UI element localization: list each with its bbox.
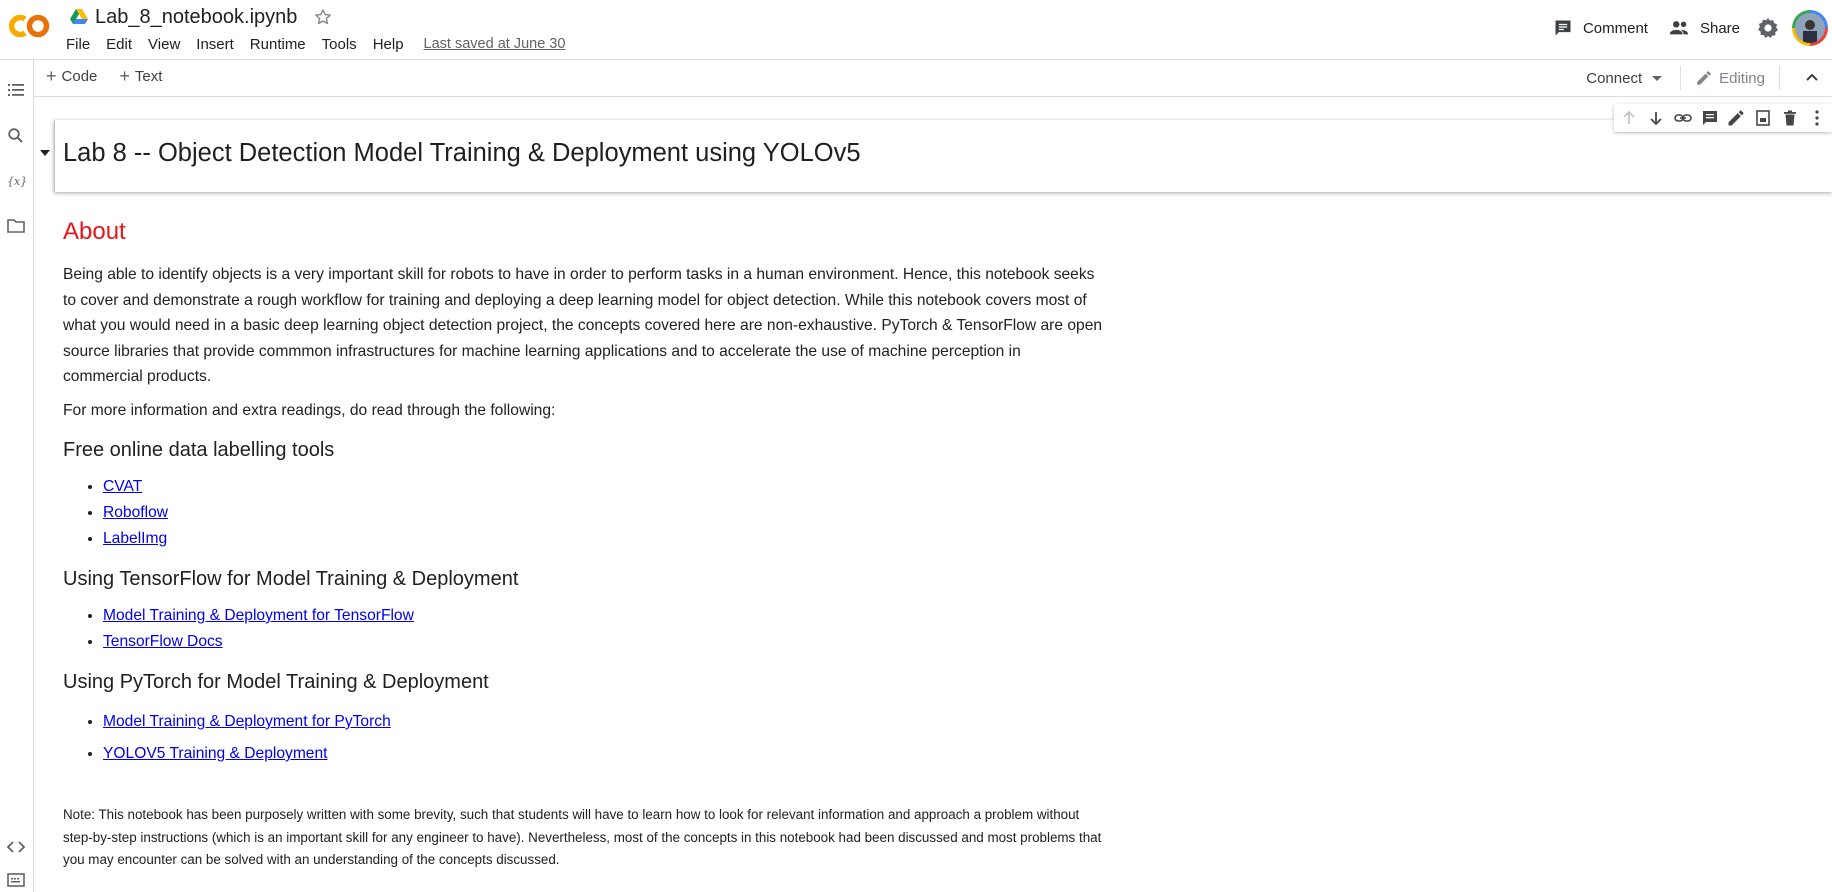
table-of-contents-icon[interactable] [6,80,26,100]
more-icon[interactable] [1807,108,1827,128]
menu-tools[interactable]: Tools [314,36,365,53]
google-drive-icon [70,9,88,25]
share-button[interactable]: Share [1658,10,1750,46]
chevron-up-icon[interactable] [1802,68,1822,88]
section-heading-pytorch: Using PyTorch for Model Training & Deplo… [63,671,489,693]
mirror-cell-icon[interactable] [1753,108,1773,128]
comment-icon [1555,20,1571,36]
labelling-tools-list: CVAT Roboflow LabelImg [63,474,1103,552]
move-up-icon[interactable] [1619,108,1639,128]
left-sidebar: {x} [0,60,34,892]
link-cvat[interactable]: CVAT [103,478,142,495]
about-heading: About [63,218,126,245]
list-item: Roboflow [103,500,1103,526]
intro-paragraph: Being able to identify objects is a very… [63,266,1103,385]
menu-help[interactable]: Help [365,36,412,53]
move-down-icon[interactable] [1646,108,1666,128]
plus-icon: + [46,66,57,86]
add-code-label: Code [61,67,98,85]
menu-file[interactable]: File [58,36,98,53]
colab-logo-icon[interactable] [8,10,52,42]
link-yolov5-training[interactable]: YOLOV5 Training & Deployment [103,745,328,762]
add-text-label: Text [134,67,163,85]
more-info-paragraph: For more information and extra readings,… [63,401,556,419]
editing-mode-button[interactable]: Editing [1689,69,1771,87]
link-tensorflow-training[interactable]: Model Training & Deployment for TensorFl… [103,607,414,624]
markdown-content: About Being able to identify objects is … [63,218,1103,872]
link-pytorch-training[interactable]: Model Training & Deployment for PyTorch [103,713,391,730]
list-item: LabelImg [103,526,1103,552]
comment-label: Comment [1582,19,1648,37]
star-icon[interactable] [313,7,333,27]
add-text-button[interactable]: + Text [119,67,162,85]
link-roboflow[interactable]: Roboflow [103,504,168,521]
menu-runtime[interactable]: Runtime [242,36,314,53]
connect-button[interactable]: Connect [1576,70,1672,87]
menu-insert[interactable]: Insert [188,36,242,53]
comment-button[interactable]: Comment [1543,10,1658,46]
link-labelimg[interactable]: LabelImg [103,530,167,547]
code-snippets-icon[interactable] [6,837,26,857]
pytorch-links-list: Model Training & Deployment for PyTorch … [63,706,1103,770]
settings-gear-icon[interactable] [1756,16,1780,40]
notebook-title[interactable]: Lab_8_notebook.ipynb [95,6,297,29]
variables-icon[interactable]: {x} [6,171,26,191]
avatar[interactable] [1792,10,1828,46]
plus-icon: + [119,66,130,86]
menu-bar: File Edit View Insert Runtime Tools Help… [58,33,571,55]
link-tensorflow-docs[interactable]: TensorFlow Docs [103,633,223,650]
last-saved-link[interactable]: Last saved at June 30 [418,36,572,52]
divider [1779,66,1780,90]
notebook-toolbar: + Code + Text Connect Editing [34,60,1832,97]
notebook-heading: Lab 8 -- Object Detection Model Training… [63,139,861,167]
pencil-icon [1697,71,1711,85]
connect-label: Connect [1586,69,1643,87]
header: Lab_8_notebook.ipynb File Edit View Inse… [0,0,1832,60]
link-icon[interactable] [1673,108,1693,128]
menu-view[interactable]: View [140,36,188,53]
list-item: Model Training & Deployment for PyTorch [103,706,1103,738]
collapse-section-icon[interactable] [40,150,50,156]
chevron-down-icon [1652,75,1663,81]
list-item: TensorFlow Docs [103,629,1103,655]
add-code-button[interactable]: + Code [46,67,97,85]
note-paragraph: Note: This notebook has been purposely w… [63,807,1102,867]
list-item: CVAT [103,474,1103,500]
files-icon[interactable] [6,216,26,236]
tensorflow-links-list: Model Training & Deployment for TensorFl… [63,603,1103,655]
search-icon[interactable] [6,126,26,146]
section-heading-tensorflow: Using TensorFlow for Model Training & De… [63,568,519,590]
delete-icon[interactable] [1780,108,1800,128]
menu-edit[interactable]: Edit [98,36,140,53]
section-heading-labelling-tools: Free online data labelling tools [63,439,335,461]
edit-icon[interactable] [1726,108,1746,128]
divider [1680,66,1682,90]
list-item: Model Training & Deployment for TensorFl… [103,603,1103,629]
cell-toolbar [1614,104,1832,132]
terminal-icon[interactable] [6,870,26,890]
share-label: Share [1699,19,1740,37]
svg-text:{x}: {x} [7,175,26,188]
editing-label: Editing [1719,69,1765,87]
comment-icon[interactable] [1700,108,1720,128]
list-item: YOLOV5 Training & Deployment [103,738,1103,770]
people-icon [1669,21,1689,35]
